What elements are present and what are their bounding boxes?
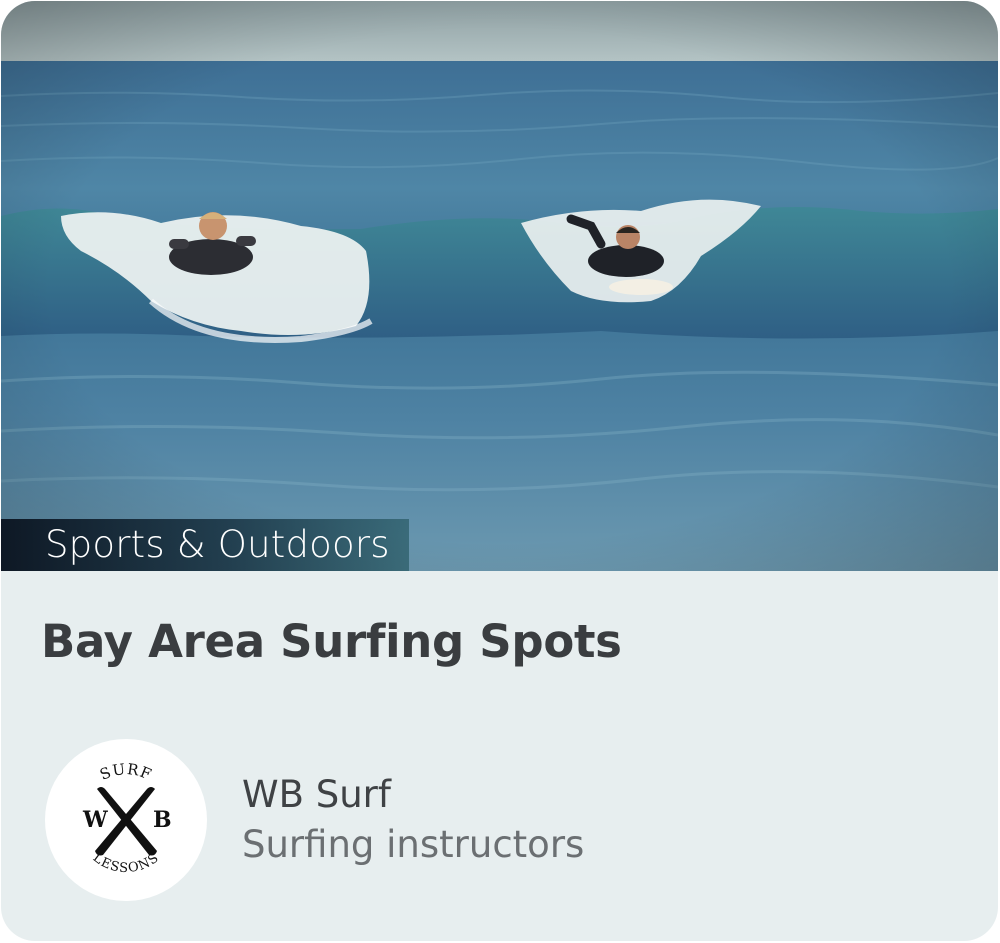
hero-image: Sports & Outdoors (1, 1, 998, 571)
surf-lessons-logo-icon: SURF LESSONS W B (82, 760, 172, 876)
author-logo[interactable]: SURF LESSONS W B (45, 739, 207, 901)
author-description: Surfing instructors (242, 823, 585, 866)
card-title[interactable]: Bay Area Surfing Spots (41, 615, 622, 668)
svg-text:W: W (82, 807, 108, 833)
category-label: Sports & Outdoors (1, 519, 409, 571)
svg-text:SURF: SURF (97, 760, 155, 784)
author-name[interactable]: WB Surf (242, 773, 391, 816)
list-card[interactable]: Sports & Outdoors Bay Area Surfing Spots… (1, 1, 998, 941)
surf-photo (1, 1, 998, 571)
svg-text:B: B (153, 807, 172, 833)
author-row[interactable]: SURF LESSONS W B WB Surf Surfing instruc… (45, 739, 745, 909)
